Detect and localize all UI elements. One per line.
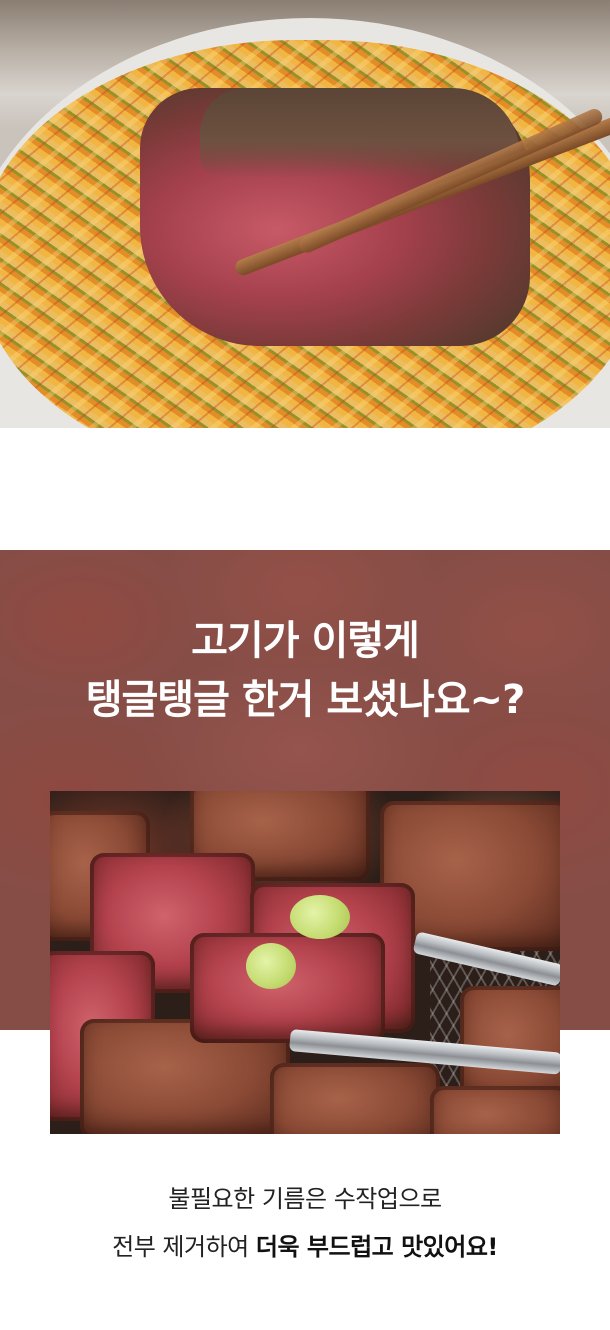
headline-line-2: 탱글탱글 한거 보셨나요~? xyxy=(85,677,526,723)
caption-line-2-normal: 전부 제거하여 xyxy=(112,1233,256,1261)
top-food-photo xyxy=(0,0,610,428)
beef-cube-image xyxy=(270,1063,440,1134)
wasabi-image xyxy=(290,895,350,939)
beef-cube-image xyxy=(430,1086,560,1134)
grilled-beef-photo xyxy=(50,791,560,1134)
headline-line-1: 고기가 이렇게 xyxy=(191,618,420,664)
caption-line-1: 불필요한 기름은 수작업으로 xyxy=(168,1185,442,1213)
caption-line-2: 전부 제거하여 더욱 부드럽고 맛있어요! xyxy=(0,1235,610,1259)
wasabi-image xyxy=(246,943,296,989)
caption-line-2-bold: 더욱 부드럽고 맛있어요! xyxy=(255,1233,498,1261)
